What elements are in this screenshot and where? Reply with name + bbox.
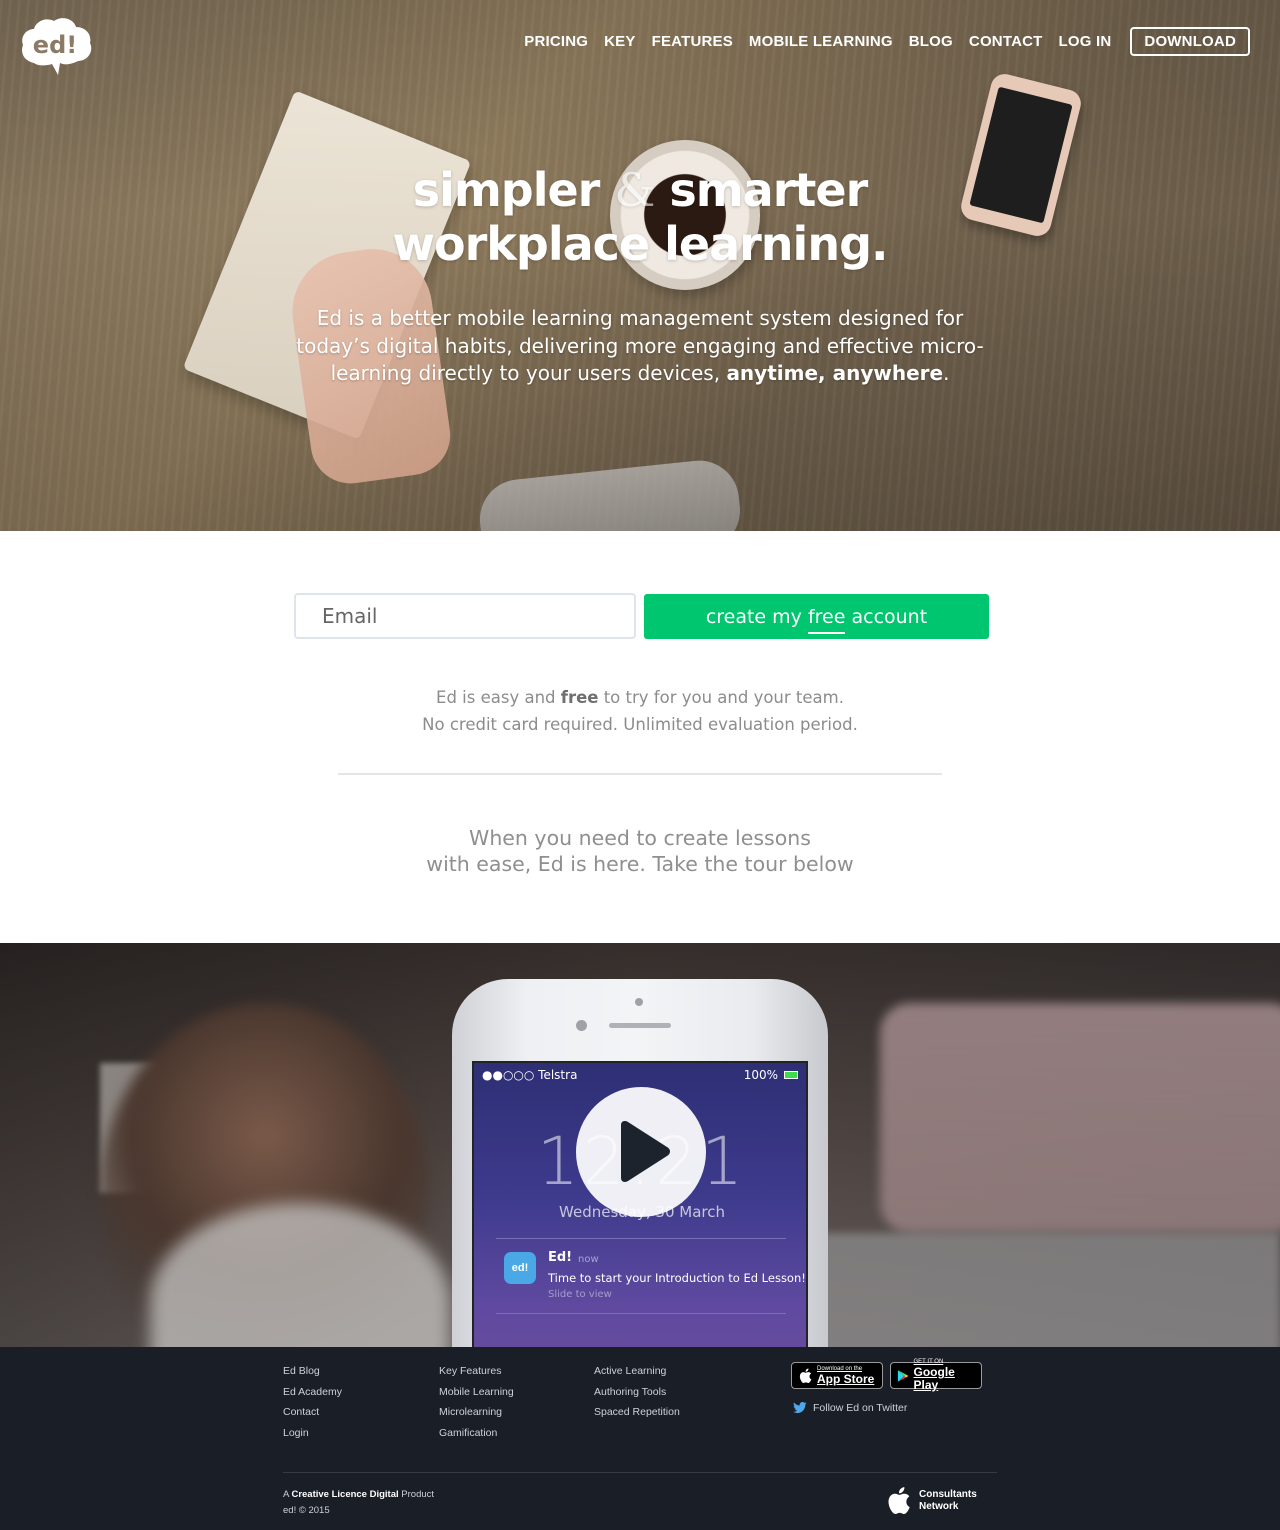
copyright-text: ed! © 2015	[283, 1505, 330, 1516]
play-icon	[621, 1121, 670, 1182]
hero-title: simpler & smarter workplace learning.	[0, 163, 1280, 271]
notification-slide-hint: Slide to view	[548, 1289, 612, 1300]
footer-credit: A Creative Licence Digital Product ed! ©…	[283, 1487, 434, 1519]
google-play-icon	[897, 1369, 909, 1382]
apple-icon	[888, 1487, 910, 1514]
acn-text: Consultants Network	[919, 1489, 977, 1513]
carrier-label: ●●○○○ Telstra	[482, 1068, 578, 1082]
footer-column-1: Ed Blog Ed Academy Contact Login	[283, 1361, 342, 1443]
logo-text: ed!	[32, 31, 78, 59]
tour-line1: When you need to create lessons	[469, 826, 811, 850]
app-store-badge[interactable]: Download on the App Store	[791, 1362, 883, 1389]
nav-blog[interactable]: BLOG	[909, 33, 953, 50]
footer-link-spaced-repetition[interactable]: Spaced Repetition	[594, 1402, 680, 1423]
footer-divider	[283, 1472, 997, 1473]
google-play-badge[interactable]: GET IT ON Google Play	[890, 1359, 982, 1392]
tour-text: When you need to create lessons with eas…	[0, 825, 1280, 877]
footer-link-login[interactable]: Login	[283, 1423, 342, 1444]
cta-label-free: free	[807, 605, 846, 634]
notification-text: Time to start your Introduction to Ed Le…	[548, 1271, 806, 1285]
nav-key[interactable]: KEY	[604, 33, 635, 50]
phone-camera	[635, 998, 643, 1006]
nav-features[interactable]: FEATURES	[652, 33, 733, 50]
hero-section: ed! PRICING KEY FEATURES MOBILE LEARNING…	[0, 0, 1280, 531]
apple-consultants-network: Consultants Network	[885, 1486, 977, 1516]
nav-pricing[interactable]: PRICING	[524, 33, 588, 50]
hero-subtitle-bold: anytime, anywhere	[726, 361, 944, 385]
notification-divider	[496, 1238, 786, 1239]
note-line1-post: to try for you and your team.	[598, 688, 844, 707]
notification-time: now	[578, 1254, 599, 1265]
footer-link-ed-blog[interactable]: Ed Blog	[283, 1361, 342, 1382]
status-bar: ●●○○○ Telstra 100%	[482, 1067, 798, 1085]
notification-divider-bottom	[496, 1313, 786, 1314]
hero-subtitle: Ed is a better mobile learning managemen…	[290, 305, 990, 388]
footer-link-microlearning[interactable]: Microlearning	[439, 1402, 514, 1423]
main-nav: PRICING KEY FEATURES MOBILE LEARNING BLO…	[508, 26, 1250, 56]
acn-line2: Network	[919, 1501, 959, 1512]
app-store-big: App Store	[817, 1371, 875, 1386]
cta-label-post: account	[845, 605, 928, 628]
twitter-follow-link[interactable]: Follow Ed on Twitter	[793, 1402, 907, 1414]
download-button[interactable]: DOWNLOAD	[1130, 26, 1250, 56]
hero-title-amp: &	[614, 163, 655, 217]
ed-app-icon: ed!	[504, 1252, 536, 1284]
email-input[interactable]	[294, 593, 636, 639]
notification-app-name: Ed!	[548, 1250, 573, 1265]
cta-label-pre: create my	[705, 605, 808, 628]
google-play-big: Google Play	[913, 1365, 955, 1392]
battery-percent: 100%	[743, 1068, 778, 1082]
acn-line1: Consultants	[919, 1489, 977, 1500]
hero-title-part2: smarter	[669, 163, 868, 217]
footer-column-2: Key Features Mobile Learning Microlearni…	[439, 1361, 514, 1443]
twitter-follow-text: Follow Ed on Twitter	[813, 1402, 908, 1414]
video-section[interactable]: ●●○○○ Telstra 100% 12:21 Wednesday, 30 M…	[0, 943, 1280, 1347]
sleeve-image	[476, 456, 744, 531]
phone-speaker	[609, 1023, 671, 1028]
credit-suffix: Product	[398, 1489, 435, 1500]
battery-icon	[784, 1071, 798, 1079]
tour-line2: with ease, Ed is here. Take the tour bel…	[426, 852, 854, 876]
footer-link-key-features[interactable]: Key Features	[439, 1361, 514, 1382]
signup-note: Ed is easy and free to try for you and y…	[0, 684, 1280, 738]
credit-company: Creative Licence Digital	[291, 1489, 399, 1500]
footer: Ed Blog Ed Academy Contact Login Key Fea…	[0, 1347, 1280, 1530]
section-divider	[338, 773, 942, 775]
play-button[interactable]	[576, 1087, 706, 1217]
hero-title-part1: simpler	[412, 163, 601, 217]
nav-mobile-learning[interactable]: MOBILE LEARNING	[749, 33, 893, 50]
nav-contact[interactable]: CONTACT	[969, 33, 1043, 50]
note-line1-pre: Ed is easy and	[436, 688, 561, 707]
hero-title-line2: workplace learning.	[392, 217, 889, 271]
background-bus-image	[880, 1003, 1280, 1233]
twitter-icon	[793, 1402, 807, 1414]
ed-logo[interactable]: ed!	[20, 17, 92, 79]
nav-login[interactable]: LOG IN	[1059, 33, 1112, 50]
app-store-text: Download on the App Store	[817, 1366, 874, 1386]
footer-column-3: Active Learning Authoring Tools Spaced R…	[594, 1361, 680, 1423]
google-play-text: GET IT ON Google Play	[914, 1359, 975, 1392]
footer-link-contact[interactable]: Contact	[283, 1402, 342, 1423]
note-line1-bold: free	[560, 688, 599, 707]
footer-link-gamification[interactable]: Gamification	[439, 1423, 514, 1444]
create-account-button[interactable]: create my free account	[644, 594, 989, 639]
footer-link-active-learning[interactable]: Active Learning	[594, 1361, 680, 1382]
phone-sensor	[576, 1020, 587, 1031]
apple-icon	[799, 1368, 812, 1383]
background-road-image	[800, 1233, 1280, 1347]
note-line2: No credit card required. Unlimited evalu…	[422, 715, 858, 734]
footer-link-authoring-tools[interactable]: Authoring Tools	[594, 1382, 680, 1403]
footer-link-mobile-learning[interactable]: Mobile Learning	[439, 1382, 514, 1403]
footer-link-ed-academy[interactable]: Ed Academy	[283, 1382, 342, 1403]
hero-subtitle-end: .	[943, 361, 950, 385]
